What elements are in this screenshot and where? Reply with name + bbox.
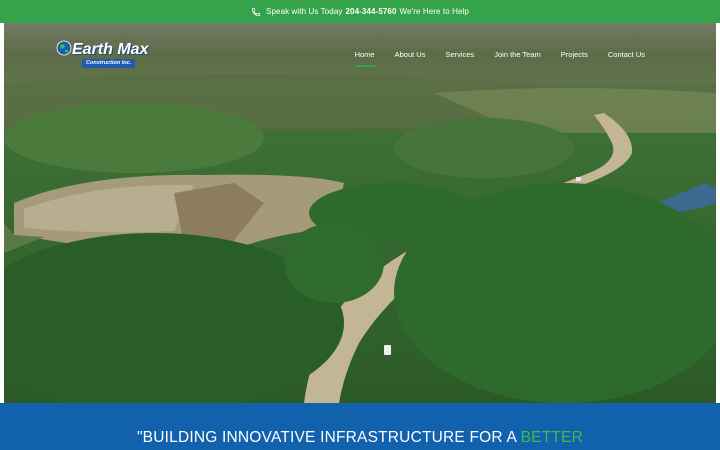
nav-services[interactable]: Services xyxy=(435,49,484,63)
topbar-phone-link[interactable]: 204-344-5760 xyxy=(346,7,397,16)
nav-contact-us[interactable]: Contact Us xyxy=(598,49,655,63)
logo-subtitle: Construction Inc. xyxy=(82,59,136,68)
tagline-banner: "BUILDING INNOVATIVE INFRASTRUCTURE FOR … xyxy=(0,403,720,450)
tagline-text: "BUILDING INNOVATIVE INFRASTRUCTURE FOR … xyxy=(137,429,583,447)
main-nav: Home About Us Services Join the Team Pro… xyxy=(345,49,655,67)
tagline-main: "BUILDING INNOVATIVE INFRASTRUCTURE FOR … xyxy=(136,429,521,446)
globe-icon xyxy=(56,40,72,61)
nav-join-the-team[interactable]: Join the Team xyxy=(484,49,551,63)
logo[interactable]: Earth Max Construction Inc. xyxy=(56,40,148,71)
nav-projects[interactable]: Projects xyxy=(551,49,598,63)
nav-about-us[interactable]: About Us xyxy=(385,49,436,63)
topbar-suffix-text: We're Here to Help xyxy=(399,7,469,16)
topbar-prefix-text: Speak with Us Today xyxy=(266,7,343,16)
contact-topbar: Speak with Us Today 204-344-5760 We're H… xyxy=(0,0,720,23)
nav-home[interactable]: Home xyxy=(345,49,385,67)
phone-icon xyxy=(251,7,261,17)
hero-image xyxy=(4,23,716,403)
tagline-accent: BETTER xyxy=(520,429,583,446)
